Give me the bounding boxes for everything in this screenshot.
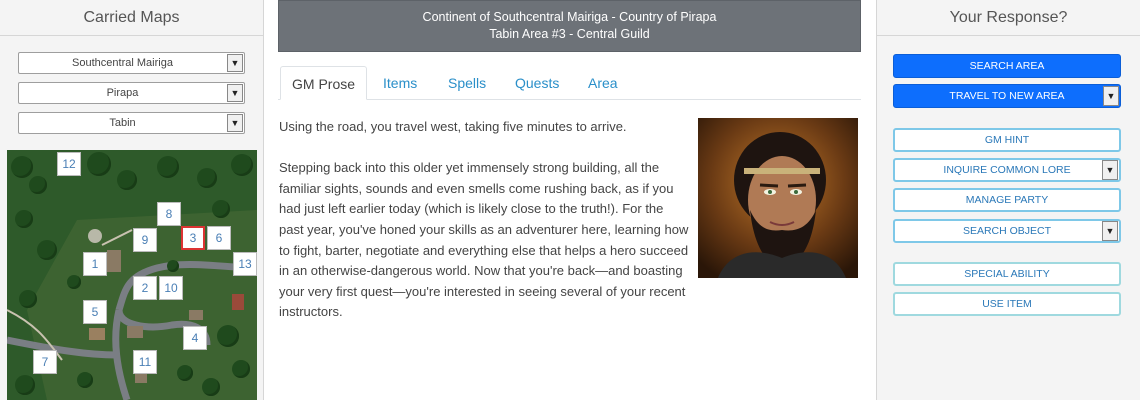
map-marker-7[interactable]: 7 (33, 350, 57, 374)
chevron-down-icon[interactable]: ▼ (1102, 160, 1118, 180)
tree (87, 152, 111, 176)
tree (197, 168, 217, 188)
continent-select-value: Southcentral Mairiga (72, 57, 173, 69)
prose-paragraph: Using the road, you travel west, taking … (279, 119, 627, 134)
chevron-down-icon[interactable]: ▼ (1103, 86, 1119, 106)
special-ability-button[interactable]: SPECIAL ABILITY (893, 262, 1121, 286)
prose-paragraph-text: Stepping back into this older yet immens… (279, 160, 689, 320)
use-item-button[interactable]: USE ITEM (893, 292, 1121, 316)
tab-gm-prose[interactable]: GM Prose (280, 66, 368, 100)
search-object-label: SEARCH OBJECT (962, 225, 1052, 237)
portrait-image (698, 118, 858, 278)
travel-select[interactable]: TRAVEL TO NEW AREA ▼ (893, 84, 1121, 108)
special-ability-label: SPECIAL ABILITY (964, 268, 1050, 280)
tree (157, 156, 179, 178)
chevron-down-icon[interactable]: ▼ (1102, 221, 1118, 241)
map-marker-1[interactable]: 1 (83, 252, 107, 276)
tree (212, 200, 230, 218)
search-area-button[interactable]: SEARCH AREA (893, 54, 1121, 78)
tree (19, 290, 37, 308)
map-marker-8[interactable]: 8 (157, 202, 181, 226)
tree (231, 154, 253, 176)
chevron-down-icon[interactable]: ▼ (227, 114, 243, 132)
tree (217, 325, 239, 347)
map-marker-12[interactable]: 12 (57, 152, 81, 176)
tree (232, 360, 250, 378)
location-line-1: Continent of Southcentral Mairiga - Coun… (422, 10, 717, 24)
tree (15, 375, 35, 395)
travel-label: TRAVEL TO NEW AREA (949, 90, 1065, 102)
inquire-label: INQUIRE COMMON LORE (943, 164, 1071, 176)
gm-hint-label: GM HINT (984, 134, 1030, 146)
map-marker-2[interactable]: 2 (133, 276, 157, 300)
chevron-down-icon[interactable]: ▼ (227, 54, 243, 72)
main-content: Continent of Southcentral Mairiga - Coun… (278, 0, 861, 400)
country-select-value: Pirapa (106, 87, 139, 99)
map-marker-11[interactable]: 11 (133, 350, 157, 374)
continent-select[interactable]: Southcentral Mairiga ▼ (18, 52, 245, 74)
tree (37, 240, 57, 260)
tree (167, 260, 179, 272)
tab-area[interactable]: Area (588, 66, 618, 100)
tree (67, 275, 81, 289)
map-marker-5[interactable]: 5 (83, 300, 107, 324)
city-select-value: Tabin (109, 117, 136, 129)
tree (11, 156, 33, 178)
prose-paragraph: Stepping back into this older yet immens… (279, 158, 689, 323)
tree (15, 210, 33, 228)
search-area-label: SEARCH AREA (969, 60, 1045, 72)
tree (177, 365, 193, 381)
gm-hint-button[interactable]: GM HINT (893, 128, 1121, 152)
tree (29, 176, 47, 194)
location-line-2: Tabin Area #3 - Central Guild (489, 27, 650, 41)
country-select[interactable]: Pirapa ▼ (18, 82, 245, 104)
carried-maps-title: Carried Maps (0, 0, 263, 36)
carried-maps-panel: Carried Maps Southcentral Mairiga ▼ Pira… (0, 0, 264, 400)
response-panel: Your Response? SEARCH AREA TRAVEL TO NEW… (876, 0, 1140, 400)
use-item-label: USE ITEM (982, 298, 1032, 310)
response-title: Your Response? (877, 0, 1140, 36)
inquire-common-lore-select[interactable]: INQUIRE COMMON LORE ▼ (893, 158, 1121, 182)
location-header: Continent of Southcentral Mairiga - Coun… (278, 0, 861, 52)
map-marker-13[interactable]: 13 (233, 252, 257, 276)
tree (117, 170, 137, 190)
tab-spells[interactable]: Spells (448, 66, 486, 100)
area-map[interactable]: 12 8 9 3 6 1 13 2 10 5 4 7 11 (7, 150, 257, 400)
chevron-down-icon[interactable]: ▼ (227, 84, 243, 102)
map-marker-9[interactable]: 9 (133, 228, 157, 252)
city-select[interactable]: Tabin ▼ (18, 112, 245, 134)
tab-items[interactable]: Items (383, 66, 417, 100)
map-marker-10[interactable]: 10 (159, 276, 183, 300)
map-marker-4[interactable]: 4 (183, 326, 207, 350)
manage-party-label: MANAGE PARTY (965, 194, 1049, 206)
tree (202, 378, 220, 396)
map-marker-3[interactable]: 3 (181, 226, 205, 250)
manage-party-button[interactable]: MANAGE PARTY (893, 188, 1121, 212)
search-object-select[interactable]: SEARCH OBJECT ▼ (893, 219, 1121, 243)
tab-quests[interactable]: Quests (515, 66, 559, 100)
tab-bar: GM Prose Items Spells Quests Area (278, 66, 861, 100)
gm-prose-text: Using the road, you travel west, taking … (279, 117, 689, 344)
npc-portrait (698, 118, 858, 278)
map-marker-6[interactable]: 6 (207, 226, 231, 250)
tree (77, 372, 93, 388)
